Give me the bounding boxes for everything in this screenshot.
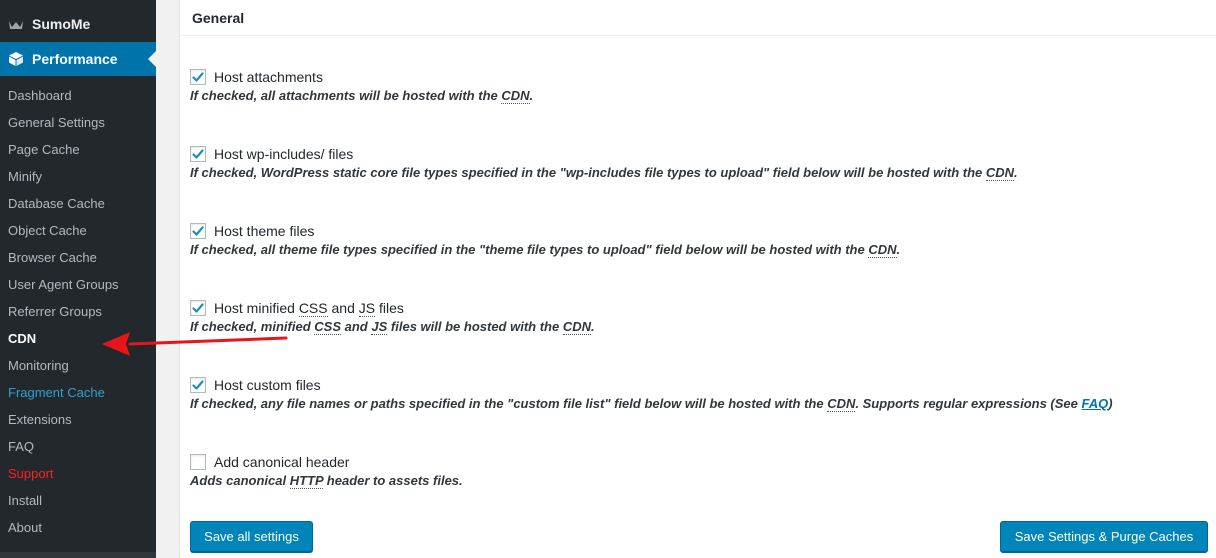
- submenu-fragment-cache[interactable]: Fragment Cache: [0, 379, 156, 406]
- host-wp-includes-desc: If checked, WordPress static core file t…: [190, 165, 1018, 181]
- sidebar-next-menu-edge: [0, 552, 156, 558]
- submenu-page-cache[interactable]: Page Cache: [0, 136, 156, 163]
- option-host-theme-files: Host theme files If checked, all theme f…: [190, 221, 901, 258]
- abbr-http: HTTP: [289, 473, 324, 489]
- abbr-js: JS: [358, 300, 376, 317]
- abbr-cdn: CDN: [985, 165, 1015, 181]
- abbr-cdn: CDN: [501, 88, 530, 104]
- submenu-database-cache[interactable]: Database Cache: [0, 190, 156, 217]
- host-theme-files-checkbox[interactable]: [190, 223, 206, 239]
- submenu-dashboard[interactable]: Dashboard: [0, 82, 156, 109]
- host-theme-files-label: Host theme files: [214, 223, 315, 239]
- menu-sumome[interactable]: SumoMe: [0, 8, 156, 40]
- canonical-header-checkbox[interactable]: [190, 454, 206, 470]
- host-minified-files-label: Host minified CSS and JS files: [214, 300, 404, 317]
- performance-submenu: Dashboard General Settings Page Cache Mi…: [0, 82, 156, 541]
- abbr-cdn: CDN: [827, 396, 856, 412]
- option-host-wp-includes: Host wp-includes/ files If checked, Word…: [190, 144, 1018, 181]
- host-custom-files-label: Host custom files: [214, 377, 321, 393]
- section-divider: [180, 35, 1216, 36]
- submenu-faq[interactable]: FAQ: [0, 433, 156, 460]
- submenu-general-settings[interactable]: General Settings: [0, 109, 156, 136]
- abbr-css: CSS: [298, 300, 328, 317]
- submenu-object-cache[interactable]: Object Cache: [0, 217, 156, 244]
- checkmark-icon: [192, 149, 204, 159]
- abbr-js: JS: [371, 319, 388, 335]
- host-attachments-label: Host attachments: [214, 69, 323, 85]
- abbr-cdn: CDN: [868, 242, 897, 258]
- option-canonical-header: Add canonical header Adds canonical HTTP…: [190, 452, 463, 489]
- active-menu-notch: [148, 51, 156, 67]
- submenu-support[interactable]: Support: [0, 460, 156, 487]
- submenu-browser-cache[interactable]: Browser Cache: [0, 244, 156, 271]
- cube-icon: [0, 51, 32, 67]
- admin-sidebar: SumoMe Performance Dashboard General Set…: [0, 0, 156, 558]
- option-host-custom-files: Host custom files If checked, any file n…: [190, 375, 1113, 412]
- menu-performance[interactable]: Performance: [0, 42, 156, 76]
- checkmark-icon: [192, 303, 204, 313]
- crown-icon: [0, 18, 32, 30]
- host-attachments-checkbox[interactable]: [190, 69, 206, 85]
- faq-link[interactable]: FAQ: [1082, 396, 1109, 411]
- checkmark-icon: [192, 226, 204, 236]
- red-arrow-icon: [102, 332, 288, 356]
- submenu-user-agent-groups[interactable]: User Agent Groups: [0, 271, 156, 298]
- host-custom-files-checkbox[interactable]: [190, 377, 206, 393]
- save-and-purge-caches-button[interactable]: Save Settings & Purge Caches: [1000, 521, 1208, 552]
- host-wp-includes-label: Host wp-includes/ files: [214, 146, 354, 162]
- host-attachments-desc: If checked, all attachments will be host…: [190, 88, 534, 104]
- checkmark-icon: [192, 72, 204, 82]
- host-theme-files-desc: If checked, all theme file types specifi…: [190, 242, 901, 258]
- section-title: General: [192, 10, 245, 26]
- host-custom-files-desc: If checked, any file names or paths spec…: [190, 396, 1113, 412]
- submenu-minify[interactable]: Minify: [0, 163, 156, 190]
- abbr-cdn: CDN: [562, 319, 592, 335]
- checkmark-icon: [192, 380, 204, 390]
- menu-performance-label: Performance: [32, 51, 118, 67]
- host-minified-files-checkbox[interactable]: [190, 300, 206, 316]
- submenu-extensions[interactable]: Extensions: [0, 406, 156, 433]
- submenu-about[interactable]: About: [0, 514, 156, 541]
- canonical-header-label: Add canonical header: [214, 454, 350, 470]
- canonical-header-desc: Adds canonical HTTP header to assets fil…: [190, 473, 463, 489]
- submenu-install[interactable]: Install: [0, 487, 156, 514]
- cdn-general-panel: General Host attachments If checked, all…: [179, 0, 1216, 558]
- host-wp-includes-checkbox[interactable]: [190, 146, 206, 162]
- abbr-css: CSS: [314, 319, 342, 335]
- menu-sumome-label: SumoMe: [32, 16, 91, 32]
- save-all-settings-button[interactable]: Save all settings: [190, 521, 313, 552]
- option-host-attachments: Host attachments If checked, all attachm…: [190, 67, 534, 104]
